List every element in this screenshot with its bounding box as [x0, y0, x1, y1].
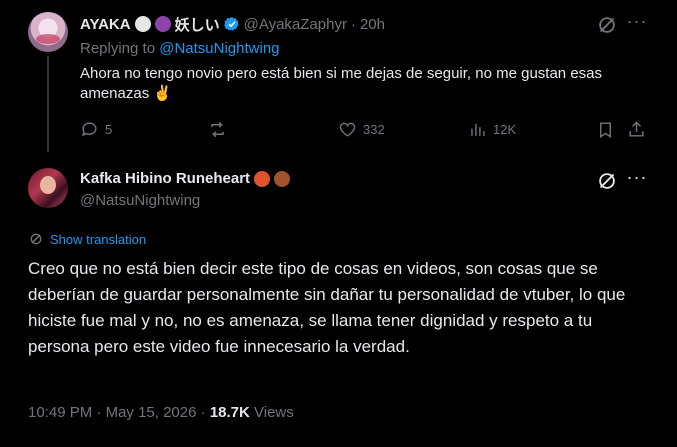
- tweet-metadata: 10:49 PM · May 15, 2026 · 18.7K Views: [28, 404, 294, 421]
- avatar-kafka[interactable]: [28, 168, 68, 208]
- more-options-icon[interactable]: ···: [626, 168, 648, 194]
- grok-icon[interactable]: [596, 170, 618, 192]
- meta-separator: ·: [200, 404, 206, 421]
- parent-display-name[interactable]: AYAKA: [80, 16, 131, 33]
- parent-time[interactable]: 20h: [360, 16, 385, 33]
- fire-heart-emoji-icon: [254, 170, 271, 187]
- main-display-name[interactable]: Kafka Hibino Runeheart: [80, 170, 250, 187]
- show-translation-link[interactable]: Show translation: [28, 231, 146, 247]
- reply-count: 5: [105, 122, 113, 137]
- views-button[interactable]: 12K: [468, 120, 516, 139]
- parent-handle[interactable]: @AyakaZaphyr: [244, 16, 347, 33]
- skull-emoji-icon: [134, 16, 151, 32]
- parent-name-suffix[interactable]: 妖しい: [175, 14, 220, 35]
- parent-separator: ·: [350, 15, 356, 33]
- views-label: Views: [254, 404, 294, 421]
- parent-tweet-text: Ahora no tengo novio pero está bien si m…: [80, 65, 603, 102]
- grok-icon[interactable]: [596, 14, 618, 36]
- replying-prefix: Replying to: [80, 40, 156, 57]
- verified-badge-icon[interactable]: [223, 16, 240, 32]
- devil-emoji-icon: [154, 16, 171, 32]
- heart-icon: [339, 122, 356, 137]
- bookmark-icon: [600, 122, 611, 138]
- main-tweet-header: Kafka Hibino Runeheart: [80, 170, 291, 187]
- reply-icon: [82, 122, 97, 137]
- share-button[interactable]: [627, 120, 646, 139]
- tweet-date[interactable]: May 15, 2026: [106, 404, 197, 421]
- replying-to: Replying to @NatsuNightwing: [80, 40, 280, 57]
- main-handle[interactable]: @NatsuNightwing: [80, 192, 200, 209]
- analytics-icon: [471, 123, 485, 136]
- translate-icon: [30, 233, 42, 245]
- more-options-icon[interactable]: ···: [626, 12, 648, 38]
- tweet-time[interactable]: 10:49 PM: [28, 404, 92, 421]
- show-translation-label: Show translation: [50, 231, 147, 247]
- share-icon: [629, 121, 644, 137]
- parent-tweet-header: AYAKA 妖しい @AyakaZaphyr · 20h: [80, 14, 385, 34]
- bookmark-button[interactable]: [596, 120, 615, 139]
- repost-button[interactable]: [208, 120, 233, 139]
- reply-button[interactable]: 5: [80, 120, 112, 139]
- parent-action-bar: 5 332 12K: [80, 120, 650, 142]
- avatar-ayaka[interactable]: [28, 12, 68, 52]
- replying-handle-link[interactable]: @NatsuNightwing: [159, 40, 279, 57]
- tweet-view-count: 18.7K: [209, 404, 250, 421]
- main-tweet-text: Creo que no está bien decir este tipo de…: [28, 259, 626, 356]
- thread-connector-line: [47, 56, 49, 152]
- like-button[interactable]: 332: [338, 120, 385, 139]
- boar-emoji-icon: [274, 170, 291, 187]
- view-count: 12K: [493, 122, 517, 137]
- repost-icon: [211, 121, 224, 138]
- meta-separator: ·: [96, 404, 102, 421]
- like-count: 332: [363, 122, 385, 137]
